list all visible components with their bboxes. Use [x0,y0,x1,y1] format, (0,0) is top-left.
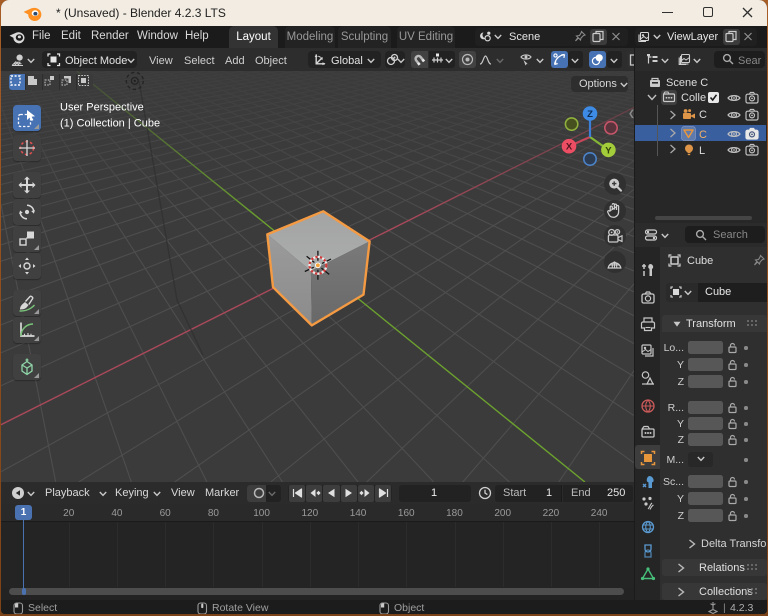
svg-text:(1) Collection | Cube: (1) Collection | Cube [60,118,160,130]
svg-text:User Perspective: User Perspective [60,102,144,114]
svg-text:Y: Y [605,145,612,156]
svg-text:X: X [566,142,573,153]
svg-text:Z: Z [587,109,593,120]
